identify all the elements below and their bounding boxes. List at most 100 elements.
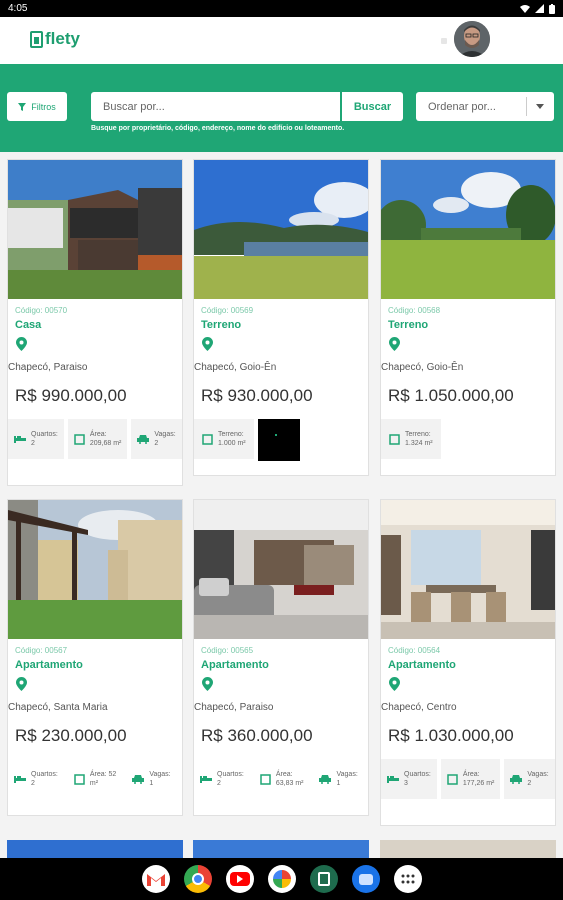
listing-photo[interactable] (8, 160, 182, 299)
spec-area: Área: 209,68 m² (67, 419, 128, 459)
search-panel: Filtros Buscar Ordenar por... Busque por… (0, 64, 563, 152)
brand-logo[interactable]: flety (30, 29, 80, 49)
listing-photo[interactable] (381, 160, 555, 299)
listing-photo[interactable] (381, 500, 555, 639)
spec-label: Quartos: (404, 771, 431, 778)
spec-parking: Vagas: 2 (131, 419, 182, 459)
area-icon (74, 433, 85, 445)
bed-icon (200, 776, 212, 783)
spec-label: Terreno: (405, 431, 431, 438)
listing-card[interactable]: Código: 00570 Casa Chapecó, Paraiso R$ 9… (7, 159, 183, 486)
listing-price: R$ 990.000,00 (15, 386, 127, 405)
listing-type: Terreno (388, 319, 429, 331)
location-pin-icon (202, 677, 213, 691)
bed-icon (14, 776, 26, 783)
area-icon (447, 773, 458, 785)
search-button[interactable]: Buscar (342, 92, 403, 121)
spec-value: 63,83 m² (275, 780, 304, 787)
listing-specs: Terreno: 1.000 m² (194, 419, 368, 461)
spec-label: Área: 52 (89, 771, 117, 778)
spec-bedrooms: Quartos: 3 (381, 759, 437, 799)
listing-card[interactable]: Código: 00568 Terreno Chapecó, Goio-Ên R… (380, 159, 556, 476)
car-icon (137, 434, 150, 444)
notification-dot (441, 38, 447, 44)
gmail-icon[interactable] (141, 865, 170, 893)
listing-code: Código: 00564 (388, 646, 441, 655)
spec-label: Quartos: (217, 771, 244, 778)
location-pin-icon (16, 337, 27, 351)
area-icon (389, 433, 400, 445)
spec-land-area: Terreno: 1.324 m² (381, 419, 441, 459)
search-hint: Busque por proprietário, código, endereç… (91, 125, 345, 132)
listing-card[interactable] (193, 840, 369, 858)
signal-icon (535, 4, 544, 13)
listing-price: R$ 930.000,00 (201, 386, 313, 405)
spec-parking: Vagas: 1 (126, 759, 177, 799)
spec-label: Área: (275, 771, 293, 778)
listing-grid: Código: 00570 Casa Chapecó, Paraiso R$ 9… (0, 152, 563, 858)
spec-label: Quartos: (31, 771, 58, 778)
listing-specs: Terreno: 1.324 m² (381, 419, 555, 459)
wifi-icon (520, 5, 530, 13)
sort-select[interactable]: Ordenar por... (416, 92, 554, 121)
search-input[interactable] (91, 92, 340, 121)
listing-location: Chapecó, Goio-Ên (194, 362, 277, 373)
spec-bedrooms: Quartos: 2 (8, 419, 64, 459)
listing-type: Casa (15, 319, 42, 331)
listing-card[interactable]: Código: 00564 Apartamento Chapecó, Centr… (380, 499, 556, 826)
spec-bedrooms: Quartos: 2 (8, 759, 64, 799)
sort-divider (526, 97, 527, 116)
listing-card[interactable]: Código: 00569 Terreno Chapecó, Goio-Ên R… (193, 159, 369, 476)
spec-land-area: Terreno: 1.000 m² (194, 419, 254, 459)
battery-icon (549, 3, 555, 14)
bed-icon (387, 776, 399, 783)
messages-icon[interactable] (351, 865, 380, 893)
photos-icon[interactable] (267, 865, 296, 893)
listing-photo[interactable] (194, 160, 368, 299)
filter-button[interactable]: Filtros (7, 92, 67, 121)
spec-value: 2 (31, 780, 35, 787)
sort-placeholder: Ordenar por... (428, 100, 496, 113)
area-icon (202, 433, 213, 445)
listing-price: R$ 1.030.000,00 (388, 726, 514, 745)
brand-name: flety (45, 29, 80, 48)
spec-label: Vagas: (336, 771, 358, 778)
spec-label: Vagas: (149, 771, 171, 778)
listing-code: Código: 00570 (15, 306, 68, 315)
location-pin-icon (389, 677, 400, 691)
spec-area: Área: 63,83 m² (253, 759, 310, 799)
spec-value: 1 (149, 780, 154, 787)
filter-icon (18, 102, 27, 111)
spec-value: 3 (404, 780, 408, 787)
car-icon (132, 774, 145, 784)
spec-value: 1 (336, 780, 341, 787)
youtube-icon[interactable] (225, 865, 254, 893)
flety-app-icon[interactable] (309, 865, 338, 893)
listing-type: Apartamento (388, 659, 456, 671)
listing-photo[interactable] (194, 500, 368, 639)
listing-photo[interactable] (8, 500, 182, 639)
avatar[interactable] (454, 21, 490, 57)
spec-label: Terreno: (218, 431, 244, 438)
listing-card[interactable] (380, 840, 556, 858)
apps-grid-icon[interactable] (393, 865, 422, 893)
listing-card[interactable] (7, 840, 183, 858)
spec-value: 2 (527, 780, 532, 787)
spec-bedrooms: Quartos: 2 (194, 759, 250, 799)
listing-price: R$ 230.000,00 (15, 726, 127, 745)
bed-icon (14, 436, 26, 443)
status-time: 4:05 (8, 3, 28, 14)
car-icon (510, 774, 523, 784)
listing-type: Apartamento (201, 659, 269, 671)
spec-label: Vagas: (527, 771, 549, 778)
listing-card[interactable]: Código: 00567 Apartamento Chapecó, Santa… (7, 499, 183, 816)
area-icon (260, 773, 271, 785)
logo-mark-icon (30, 30, 43, 48)
filter-button-label: Filtros (31, 101, 56, 112)
listing-code: Código: 00567 (15, 646, 68, 655)
car-icon (319, 774, 332, 784)
black-thumbnail (257, 419, 300, 461)
listing-card[interactable]: Código: 00565 Apartamento Chapecó, Parai… (193, 499, 369, 816)
chrome-icon[interactable] (183, 865, 212, 893)
location-pin-icon (16, 677, 27, 691)
